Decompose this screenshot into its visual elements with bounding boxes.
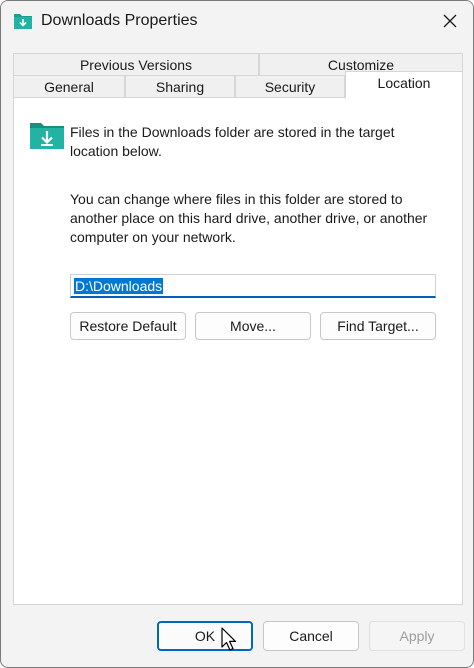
close-icon [443, 14, 457, 28]
downloads-folder-icon [14, 14, 32, 29]
location-description: Files in the Downloads folder are stored… [70, 124, 395, 159]
tab-previous-versions[interactable]: Previous Versions [13, 53, 259, 77]
tab-location[interactable]: Location [345, 71, 463, 99]
target-path-value: D:\Downloads [74, 278, 164, 294]
window-title: Downloads Properties [41, 12, 198, 29]
apply-button[interactable]: Apply [369, 621, 465, 651]
tab-general[interactable]: General [13, 75, 125, 99]
cancel-button[interactable]: Cancel [263, 621, 359, 651]
downloads-folder-icon [30, 123, 64, 149]
close-button[interactable] [427, 1, 473, 41]
tab-security[interactable]: Security [235, 75, 345, 99]
mouse-pointer-icon [221, 627, 237, 651]
title-bar[interactable]: Downloads Properties [1, 1, 473, 45]
tab-sharing[interactable]: Sharing [125, 75, 235, 99]
location-panel: Files in the Downloads folder are stored… [13, 97, 463, 605]
move-button[interactable]: Move... [195, 312, 311, 340]
location-info-text: You can change where files in this folde… [70, 191, 428, 245]
find-target-button[interactable]: Find Target... [320, 312, 436, 340]
properties-dialog: Downloads Properties Previous Versions C… [0, 0, 474, 668]
restore-default-button[interactable]: Restore Default [70, 312, 186, 340]
target-path-input[interactable]: D:\Downloads [70, 274, 436, 298]
